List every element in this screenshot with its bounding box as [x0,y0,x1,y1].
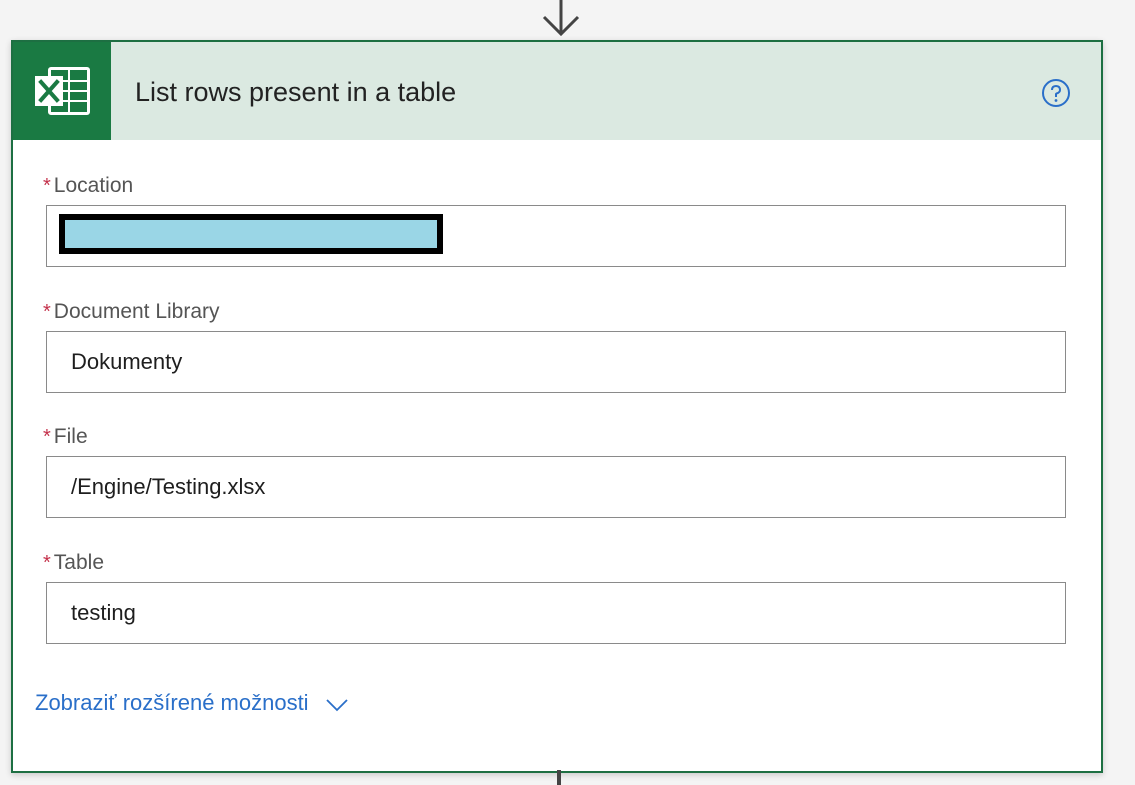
advanced-options-label: Zobraziť rozšírené možnosti [35,690,309,715]
required-marker: * [43,301,51,323]
show-advanced-options-link[interactable]: Zobraziť rozšírené možnosti [35,690,349,716]
required-marker: * [43,175,51,197]
chevron-down-icon [325,699,348,712]
table-label-text: Table [53,551,104,574]
required-marker: * [43,426,51,448]
file-label: * File [43,425,88,449]
file-value: /Engine/Testing.xlsx [71,474,266,499]
action-card: List rows present in a table * Location *… [11,40,1103,773]
table-value: testing [71,600,136,625]
location-label-text: Location [53,174,134,197]
required-marker: * [43,552,51,574]
redacted-value [59,214,443,254]
help-question-icon[interactable] [1041,78,1071,108]
document-library-field[interactable]: Dokumenty [46,331,1066,393]
table-label: * Table [43,551,104,575]
file-field[interactable]: /Engine/Testing.xlsx [46,456,1066,518]
flow-arrow-down-icon [542,0,580,37]
document-library-label: * Document Library [43,300,220,324]
action-title: List rows present in a table [135,77,457,107]
document-library-value: Dokumenty [71,349,183,374]
flow-canvas: List rows present in a table * Location *… [0,0,1135,785]
action-card-header[interactable]: List rows present in a table [13,42,1101,140]
file-label-text: File [53,425,88,448]
table-field[interactable]: testing [46,582,1066,644]
location-field[interactable] [46,205,1066,267]
excel-icon [13,42,111,140]
document-library-label-text: Document Library [53,300,220,323]
flow-connector-line [557,770,561,785]
location-label: * Location [43,174,133,198]
